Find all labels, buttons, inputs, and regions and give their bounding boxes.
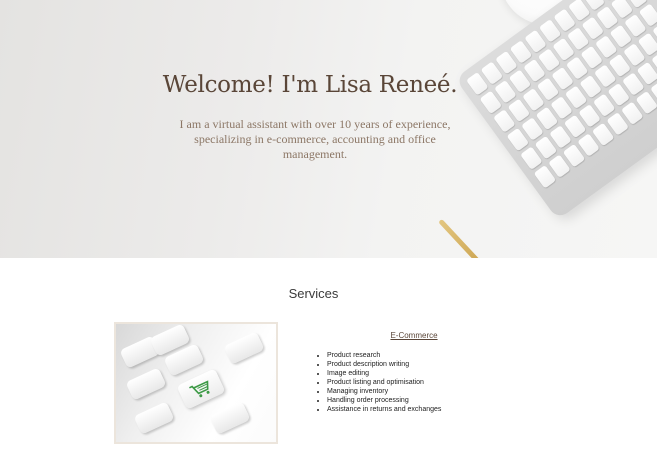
ecommerce-service-list: Product research Product description wri…: [315, 351, 441, 414]
hero-banner: Welcome! I'm Lisa Reneé. I am a virtual …: [0, 0, 657, 258]
photo-key: [209, 401, 251, 435]
list-item: Handling order processing: [327, 396, 441, 405]
photo-key: [133, 401, 175, 435]
hero-subtitle: I am a virtual assistant with over 10 ye…: [179, 117, 451, 161]
services-heading: Services: [288, 286, 339, 301]
list-item: Product research: [327, 351, 441, 360]
ecommerce-service-link[interactable]: E-Commerce: [360, 331, 468, 340]
photo-key: [125, 367, 167, 401]
ecommerce-keyboard-photo: [114, 322, 278, 444]
shopping-cart-icon: [189, 380, 210, 398]
gold-pen-image: [438, 218, 521, 258]
photo-key: [223, 331, 265, 365]
hero-title: Welcome! I'm Lisa Reneé.: [162, 72, 458, 98]
list-item: Product description writing: [327, 360, 441, 369]
list-item: Managing inventory: [327, 387, 441, 396]
keyboard-image: [454, 0, 657, 220]
list-item: Product listing and optimisation: [327, 378, 441, 387]
list-item: Image editing: [327, 369, 441, 378]
list-item: Assistance in returns and exchanges: [327, 405, 441, 414]
cart-key: [176, 368, 226, 410]
